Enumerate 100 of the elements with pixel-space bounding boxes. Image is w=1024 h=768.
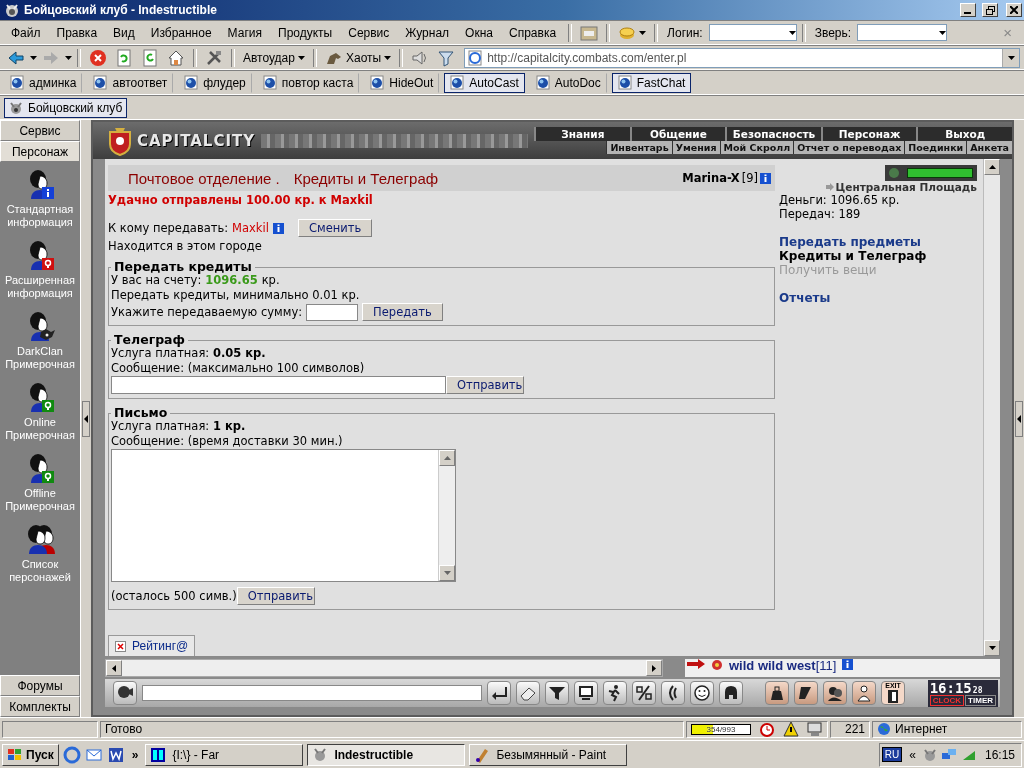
menu-item[interactable]: Сервис [341,23,397,42]
menu-item[interactable]: Справка [502,23,564,42]
caret-icon[interactable] [65,54,72,61]
status-text: Готово [100,720,684,738]
nav-link[interactable]: Отчет о переводах [793,141,905,154]
caret-icon[interactable] [30,54,37,61]
telegram-input[interactable] [111,376,446,394]
plugin-button[interactable]: AutoCast [444,72,525,93]
enter-button[interactable] [487,681,511,705]
nav-link[interactable]: Анкета [966,141,1012,154]
cat-icon[interactable] [922,747,937,762]
sidebar-section[interactable]: Сервис [0,120,80,141]
chaos-dropdown[interactable]: Хаоты [321,47,395,68]
refresh-icon [141,48,159,67]
sidebar-item[interactable]: Расширенная информация [0,233,80,304]
scrollbar[interactable] [983,159,1000,656]
send-button[interactable]: Отправить [446,376,524,394]
current-page[interactable]: Кредиты и Телеграф [779,249,977,263]
caret-icon[interactable] [939,29,947,36]
login-field[interactable] [708,24,797,41]
taskbar-button[interactable]: Безымянный - Paint [469,743,628,766]
sidebar-item[interactable]: Offline Примерочная [0,446,80,517]
sidebar-item[interactable]: Список персонажей [0,517,80,588]
sidebar-item[interactable]: DarkClan Примерочная [0,304,80,375]
splitter-handle[interactable] [82,400,90,437]
menu-link[interactable]: Отчеты [779,291,977,305]
transfer-button[interactable]: Передать [362,303,443,321]
plugin-button[interactable]: админка [4,72,83,93]
arrow-up-icon [988,165,996,169]
document-icon[interactable] [106,745,125,764]
menu-link[interactable]: Передать предметы [779,235,977,249]
change-button[interactable]: Сменить [297,219,373,237]
monitor-button[interactable] [574,681,598,705]
plugin-button[interactable]: AutoDoc [529,72,607,93]
close-button[interactable] [1006,3,1022,17]
nav-link[interactable]: Умения [671,141,720,154]
sidebar-section[interactable]: Комплекты [0,696,80,717]
chat-input[interactable] [142,685,482,701]
smiley-button[interactable] [690,681,714,705]
nav-link[interactable]: Мой Скролл [719,141,794,154]
globe-icon [877,722,891,736]
quick-launch-more[interactable]: » [128,745,142,764]
nav-link[interactable]: Поединки [904,141,967,154]
nav-link[interactable]: Инвентарь [606,141,672,154]
amount-input[interactable] [306,303,359,321]
autohit-dropdown[interactable]: Автоудар [240,48,308,67]
helmet-button[interactable] [719,681,743,705]
menu-item[interactable]: Окна [458,23,500,42]
menu-item[interactable]: Продукты [271,23,340,42]
caret-icon[interactable] [639,29,647,36]
filter-button[interactable] [545,681,569,705]
chat-user[interactable]: wild wild west [729,659,816,672]
restore-button[interactable] [982,3,998,17]
sidebar-item[interactable]: Стандартная информация [0,162,80,233]
eraser-button[interactable] [516,681,540,705]
caret-icon[interactable] [297,54,305,61]
language-indicator[interactable]: RU [881,747,903,762]
info-icon[interactable] [842,659,854,670]
plugin-button[interactable]: повтор каста [256,72,360,93]
menu-item[interactable]: Журнал [398,23,457,42]
section-title: Передать кредиты [113,261,253,273]
sidebar-section[interactable]: Форумы [0,675,80,696]
plugin-button[interactable]: HideOut [364,72,440,93]
menu-item[interactable]: Избранное [143,23,219,42]
horizontal-scrollbar[interactable] [105,659,663,677]
arrow-left-icon [112,664,116,672]
caret-icon[interactable] [384,54,392,61]
network-icon[interactable] [940,747,957,762]
person-button[interactable] [852,681,876,705]
caret-icon[interactable] [788,29,796,36]
info-icon[interactable] [760,172,771,184]
address-field[interactable]: http://capitalcity.combats.com/enter.pl [464,47,1020,68]
minimize-button[interactable] [960,3,976,17]
menu-item[interactable]: Файл [4,23,48,42]
menu-item[interactable]: Правка [49,23,105,42]
menu-item[interactable]: Магия [220,23,269,42]
menu-item[interactable]: Вид [106,23,142,42]
plugin-button[interactable]: автоответ [87,72,174,93]
balance-label: У вас на счету: [111,273,202,287]
frame-tab[interactable]: Рейтинг@ [108,635,196,656]
sound-button[interactable] [661,681,685,705]
back-icon [7,48,25,67]
plugin-button[interactable]: флудер [178,72,252,93]
pet-field[interactable] [857,24,948,41]
splitter-handle[interactable] [1015,400,1023,437]
taskbar-button[interactable]: Indestructible [307,743,466,766]
info-icon[interactable] [272,222,284,234]
sidebar-section[interactable]: Персонаж [0,141,80,162]
group-button[interactable] [823,681,847,705]
browser-icon[interactable] [62,745,81,764]
sidebar-item[interactable]: Online Примерочная [0,375,80,446]
start-button[interactable]: Пуск [2,743,59,766]
tray-more[interactable]: « [906,745,919,764]
dropdown-icon[interactable] [1007,54,1015,61]
letter-textarea[interactable] [111,449,456,582]
browser-tab[interactable]: Бойцовский клуб [4,97,128,118]
plugin-button[interactable]: FastChat [611,72,692,93]
send-button[interactable]: Отправить [236,587,315,605]
runner-button[interactable] [603,681,627,705]
taskbar-button[interactable]: {I:\} - Far [145,743,304,766]
